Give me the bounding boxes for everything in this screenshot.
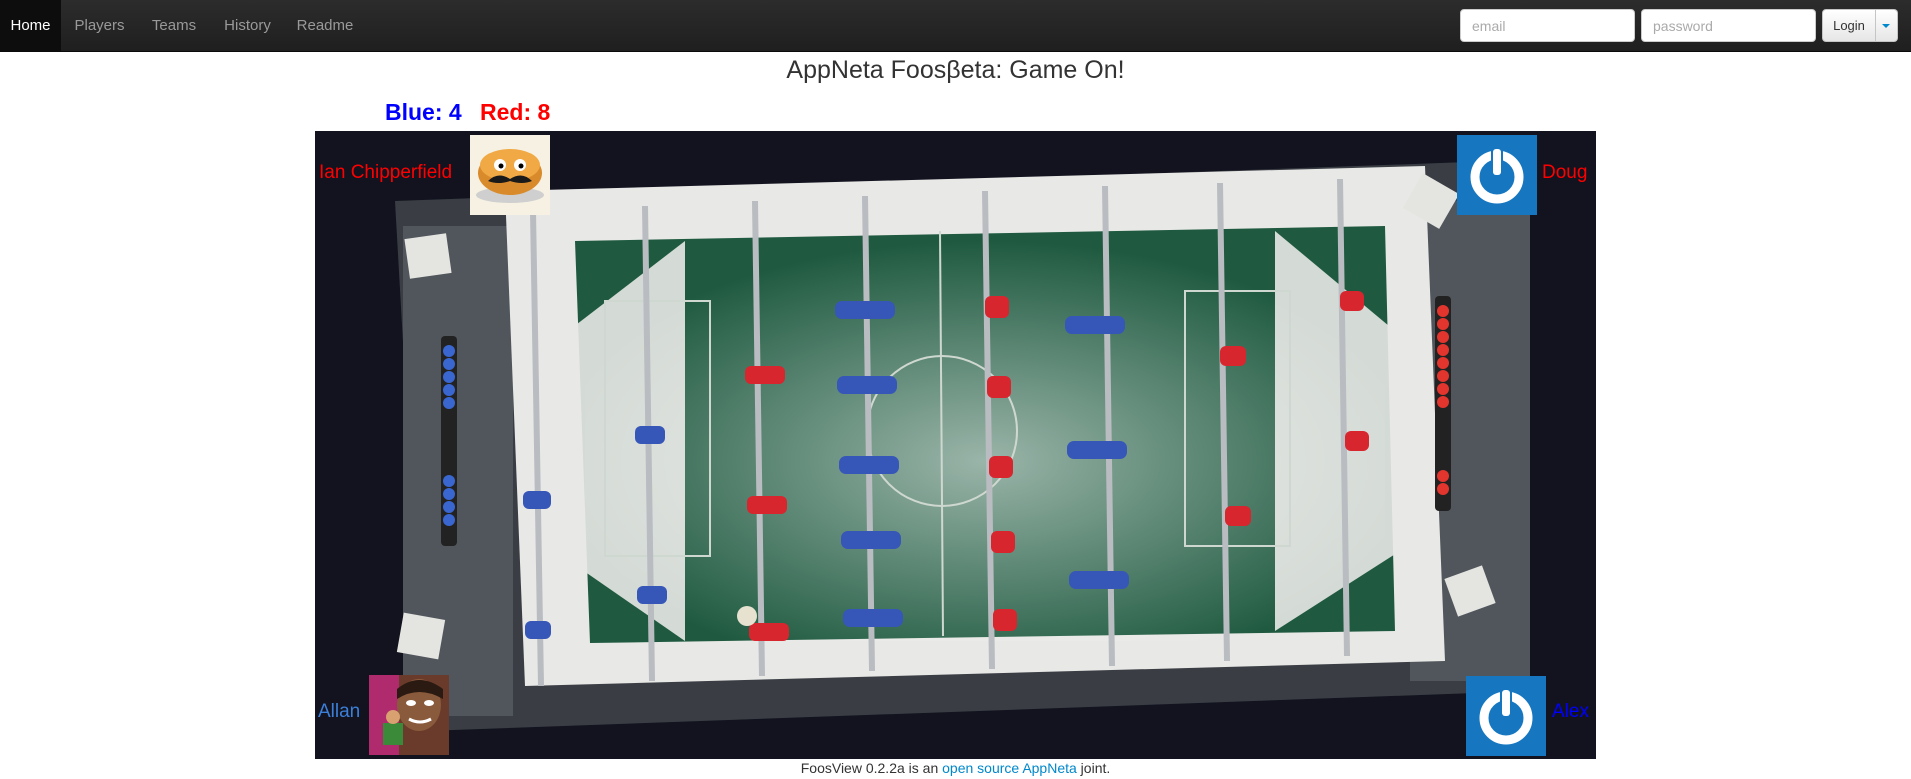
footer: FoosView 0.2.2a is an open source AppNet… <box>0 760 1911 776</box>
login-button[interactable]: Login <box>1822 9 1876 42</box>
nav-history[interactable]: History <box>210 0 285 51</box>
footer-text: FoosView 0.2.2a is an <box>800 760 943 776</box>
nav-players[interactable]: Players <box>61 0 138 51</box>
nav-teams[interactable]: Teams <box>138 0 210 51</box>
caret-down-icon <box>1882 24 1890 28</box>
player-name-top-left[interactable]: Ian Chipperfield <box>319 162 452 184</box>
player-name-bottom-right[interactable]: Alex <box>1552 701 1589 723</box>
player-name-bottom-left[interactable]: Allan <box>318 701 360 723</box>
appneta-link[interactable]: AppNeta <box>1022 760 1076 776</box>
page-title: AppNeta Foosβeta: Game On! <box>786 56 1125 84</box>
cartoon-character-avatar-icon <box>369 675 449 755</box>
foosball-table-image <box>315 131 1596 759</box>
nav-home[interactable]: Home <box>0 0 61 51</box>
blue-score: Blue: 4 <box>385 99 462 125</box>
password-input[interactable] <box>1641 9 1816 42</box>
red-score: Red: 8 <box>480 99 551 125</box>
email-input[interactable] <box>1460 9 1635 42</box>
player-name-top-right[interactable]: Doug <box>1542 162 1587 184</box>
nav-readme[interactable]: Readme <box>285 0 365 51</box>
open-source-link[interactable]: open source <box>942 760 1019 776</box>
navbar: Home Players Teams History Readme Login <box>0 0 1911 52</box>
foosball-table-camera-view: Ian Chipperfield Doug Allan Alex <box>315 131 1596 759</box>
power-button-avatar-icon <box>1457 135 1537 215</box>
login-dropdown-toggle[interactable] <box>1876 9 1898 42</box>
mustache-pancake-avatar-icon <box>470 135 550 215</box>
footer-suffix: joint. <box>1076 760 1111 776</box>
power-button-avatar-icon <box>1466 676 1546 756</box>
